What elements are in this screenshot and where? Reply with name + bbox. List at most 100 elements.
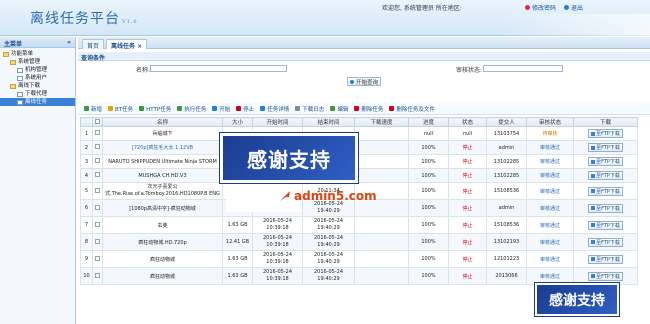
cell-progress: 100% bbox=[408, 216, 449, 234]
audit-status-label: 审核状态: bbox=[456, 67, 483, 74]
toolbar-button[interactable]: 编辑 bbox=[330, 105, 348, 113]
ftp-download-button[interactable]: 至FTP下载 bbox=[588, 254, 623, 264]
cell-start: 2016-05-24 10:39:18 bbox=[252, 216, 303, 234]
arrow-icon bbox=[280, 191, 290, 201]
cell-state: 停止 bbox=[448, 233, 487, 251]
row-checkbox[interactable] bbox=[95, 204, 100, 210]
toolbar-icon bbox=[108, 106, 114, 111]
row-checkbox[interactable] bbox=[95, 158, 100, 163]
file-icon bbox=[17, 67, 23, 73]
download-icon bbox=[591, 274, 596, 278]
table-row[interactable]: 4MUSHGA CH.HD.V333.4100%停止13102285审核通过至F… bbox=[80, 168, 638, 183]
cell-no: 9 bbox=[80, 250, 93, 268]
cell-progress: 100% bbox=[408, 168, 449, 183]
sidebar-item-label: 下载代理 bbox=[25, 91, 48, 97]
table-body: 1 兵临城下 null null 13103754 待审核 至FTP下载 2 [720p]疯狂毛… bbox=[80, 126, 638, 285]
cell-name: [1080p高清中字]-疯狂动物城 bbox=[102, 199, 223, 217]
row-checkbox[interactable] bbox=[95, 272, 100, 278]
cell-audit: 待审核 bbox=[526, 126, 574, 141]
ftp-download-button[interactable]: 至FTP下载 bbox=[588, 203, 623, 213]
sidebar-item[interactable]: 系统管理 bbox=[0, 58, 75, 66]
cell-audit: 审核通过 bbox=[526, 182, 574, 200]
cell-progress: 100% bbox=[408, 140, 449, 155]
change-password-link[interactable]: 修改密码 bbox=[525, 3, 556, 12]
ftp-download-button[interactable]: 至FTP下载 bbox=[588, 237, 623, 247]
ftp-download-label: 至FTP下载 bbox=[596, 173, 620, 179]
sidebar-item-label: 离线任务 bbox=[25, 99, 48, 105]
toolbar-button[interactable]: 删除任务 bbox=[354, 105, 383, 113]
table-header-row: 名称 大小 开始时间 结束时间 下载速度 进度 状态 提交人 审核状态 下载 bbox=[80, 117, 638, 127]
ftp-download-button[interactable]: 至FTP下载 bbox=[588, 171, 623, 180]
row-checkbox[interactable] bbox=[95, 144, 100, 149]
toolbar-button[interactable]: 开始 bbox=[212, 105, 230, 113]
search-button[interactable]: 开始查询 bbox=[347, 77, 381, 86]
toolbar-button[interactable]: 执行任务 bbox=[177, 105, 206, 113]
name-input[interactable] bbox=[150, 65, 287, 72]
cell-size: 1.63 GB bbox=[222, 216, 253, 234]
cell-name: 疯狂动物城 bbox=[102, 250, 223, 268]
toolbar-button[interactable]: 下载日志 bbox=[295, 105, 324, 113]
cell-user: 13103754 bbox=[486, 126, 527, 141]
sidebar-item[interactable]: 功能菜单 bbox=[0, 50, 75, 58]
row-checkbox[interactable] bbox=[95, 238, 100, 244]
row-checkbox[interactable] bbox=[95, 172, 100, 177]
sidebar-item[interactable]: 系统用户 bbox=[0, 74, 75, 82]
cell-dl: 至FTP下载 bbox=[573, 126, 638, 141]
table-row[interactable]: 2[720p]疯狂毛大太.1.12VB1.64100%停止admin审核通过至F… bbox=[80, 140, 638, 155]
row-checkbox[interactable] bbox=[95, 255, 100, 261]
tab-home[interactable]: 首页 bbox=[82, 39, 105, 50]
table-row[interactable]: 1 兵临城下 null null 13103754 待审核 至FTP下载 bbox=[80, 126, 638, 141]
column-header: 进度 bbox=[408, 117, 449, 127]
ftp-download-button[interactable]: 至FTP下载 bbox=[588, 220, 623, 230]
cell-name: 疯狂动物城.HD.720p bbox=[102, 233, 223, 251]
toolbar-button[interactable]: HTTP任务 bbox=[139, 105, 171, 113]
cell-no: 4 bbox=[80, 168, 93, 183]
cell-dl: 至FTP下载 bbox=[573, 154, 638, 169]
tab-offline-tasks[interactable]: 离线任务 × bbox=[106, 39, 148, 50]
cell-dl: 至FTP下载 bbox=[573, 267, 638, 285]
cell-no: 6 bbox=[80, 199, 93, 217]
ftp-download-button[interactable]: 至FTP下载 bbox=[588, 186, 623, 196]
cell-user: 12101223 bbox=[486, 250, 527, 268]
cell-user: 15108536 bbox=[486, 182, 527, 200]
cell-progress: 100% bbox=[408, 233, 449, 251]
download-icon bbox=[591, 189, 596, 193]
table-row[interactable]: 8 疯狂动物城.HD.720p 12.41 GB 2016-05-24 10:39:1… bbox=[80, 233, 638, 251]
row-checkbox[interactable] bbox=[95, 130, 100, 135]
folder-icon bbox=[10, 59, 16, 65]
row-checkbox[interactable] bbox=[95, 221, 100, 227]
cell-no: 1 bbox=[80, 126, 93, 141]
cell-speed bbox=[354, 140, 409, 155]
collapse-icon[interactable]: « bbox=[67, 39, 71, 46]
cell-no: 5 bbox=[80, 182, 93, 200]
sidebar-item[interactable]: 离线任务 bbox=[0, 98, 75, 106]
ftp-download-label: 至FTP下载 bbox=[596, 222, 620, 229]
toolbar-button[interactable]: 停止 bbox=[236, 105, 254, 113]
ftp-download-button[interactable]: 至FTP下载 bbox=[588, 157, 623, 166]
cell-name: 玄奘 bbox=[102, 216, 223, 234]
table-row[interactable]: 10 疯狂动物城 1.63 GB 2016-05-24 10:39:18 2016-05… bbox=[80, 267, 638, 285]
toolbar-button[interactable]: BT任务 bbox=[108, 105, 133, 113]
sidebar-item[interactable]: 下载代理 bbox=[0, 90, 75, 98]
toolbar-button[interactable]: 任务详情 bbox=[260, 105, 289, 113]
toolbar-button[interactable]: 新增 bbox=[84, 105, 102, 113]
logout-link[interactable]: 退出 bbox=[564, 3, 583, 12]
audit-status-select[interactable] bbox=[483, 65, 563, 72]
cell-cb bbox=[92, 250, 103, 268]
ftp-download-label: 至FTP下载 bbox=[596, 145, 620, 151]
table-row[interactable]: 7 玄奘 1.63 GB 2016-05-24 10:39:18 2016-05-24 … bbox=[80, 216, 638, 234]
cell-user: admin bbox=[486, 199, 527, 217]
close-tab-icon[interactable]: × bbox=[137, 43, 142, 50]
ftp-download-button[interactable]: 至FTP下载 bbox=[588, 271, 623, 281]
toolbar-button-label: 删除任务及文件 bbox=[396, 106, 435, 113]
sidebar-item[interactable]: 离线下载 bbox=[0, 82, 75, 90]
ftp-download-button[interactable]: 至FTP下载 bbox=[588, 143, 623, 152]
table-row[interactable]: 9 疯狂动物城 1.63 GB 2016-05-24 10:39:18 2016-05-… bbox=[80, 250, 638, 268]
toolbar-button-label: 编辑 bbox=[337, 106, 349, 113]
sidebar-item[interactable]: 机构管理 bbox=[0, 66, 75, 74]
select-all-checkbox[interactable] bbox=[95, 118, 100, 124]
row-checkbox[interactable] bbox=[95, 187, 100, 193]
ftp-download-button[interactable]: 至FTP下载 bbox=[588, 129, 623, 138]
table-row[interactable]: 3NARUTO SHIPPUDEN Ultimate Ninja STORM32… bbox=[80, 154, 638, 169]
toolbar-button[interactable]: 删除任务及文件 bbox=[389, 105, 435, 113]
